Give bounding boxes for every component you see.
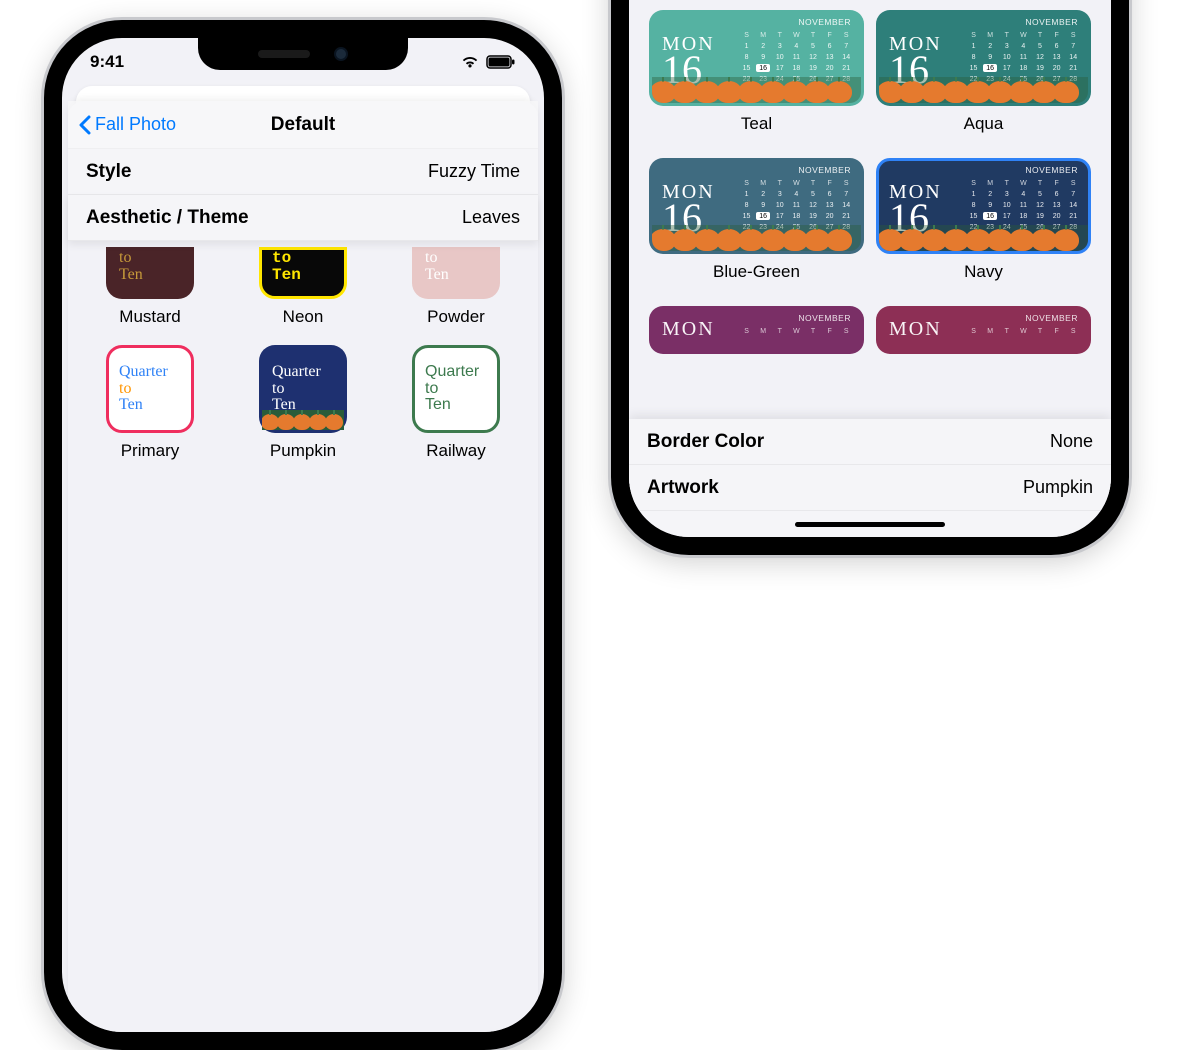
theme-thumb: to Ten bbox=[106, 247, 194, 299]
color-card-burgundy[interactable]: MON NOVEMBERSMTWTFS bbox=[876, 306, 1091, 354]
calendar-thumb: MON NOVEMBERSMTWTFS bbox=[876, 306, 1091, 354]
back-label: Fall Photo bbox=[95, 114, 176, 135]
row-theme-value: Leaves bbox=[462, 207, 520, 228]
theme-thumb: Quarter to Ten bbox=[106, 345, 194, 433]
row-theme[interactable]: Aesthetic / Theme Leaves bbox=[68, 195, 538, 241]
theme-tile-powder[interactable]: to Ten Powder bbox=[386, 247, 526, 327]
power-button bbox=[1111, 373, 1117, 468]
color-label: Teal bbox=[649, 114, 864, 134]
row-theme-label: Aesthetic / Theme bbox=[86, 207, 249, 229]
chevron-left-icon bbox=[78, 115, 91, 135]
theme-label: Pumpkin bbox=[270, 441, 336, 461]
pumpkin-art bbox=[879, 77, 1088, 103]
power-button bbox=[544, 248, 550, 343]
phone-right: MON16 NOVEMBERSMTWTFS1234567891011121314… bbox=[611, 0, 1129, 555]
theme-thumb: Quarter to Ten bbox=[259, 345, 347, 433]
mini-calendar: SMTWTFS bbox=[967, 327, 1080, 335]
color-label: Navy bbox=[876, 262, 1091, 282]
volume-switch bbox=[56, 166, 62, 198]
pumpkin-art bbox=[652, 77, 861, 103]
row-border-value: None bbox=[1050, 431, 1093, 452]
theme-label: Neon bbox=[283, 307, 324, 327]
row-style-label: Style bbox=[86, 161, 131, 183]
color-card-teal[interactable]: MON16 NOVEMBERSMTWTFS1234567891011121314… bbox=[649, 10, 864, 152]
status-bar: 9:41 bbox=[62, 50, 544, 74]
phone-left: 9:41 Fall Photo Default Style Fuzzy Time… bbox=[44, 20, 562, 1050]
volume-up-button bbox=[56, 228, 62, 288]
calendar-thumb: MON NOVEMBERSMTWTFS bbox=[649, 306, 864, 354]
color-label: Blue-Green bbox=[649, 262, 864, 282]
status-time: 9:41 bbox=[90, 52, 124, 72]
row-artwork-label: Artwork bbox=[647, 477, 719, 499]
pumpkin-art bbox=[879, 225, 1088, 251]
calendar-thumb: MON16 NOVEMBERSMTWTFS1234567891011121314… bbox=[876, 10, 1091, 106]
theme-tile-neon[interactable]: to Ten Neon bbox=[233, 247, 373, 327]
bottom-setting-rows: Border Color None Artwork Pumpkin bbox=[629, 419, 1111, 537]
theme-tile-pumpkin[interactable]: Quarter to Ten Pumpkin bbox=[233, 345, 373, 461]
row-border-color[interactable]: Border Color None bbox=[629, 419, 1111, 465]
theme-tile-railway[interactable]: Quarter to Ten Railway bbox=[386, 345, 526, 461]
battery-icon bbox=[486, 55, 516, 69]
nav-bar: Fall Photo Default bbox=[68, 101, 538, 149]
theme-label: Railway bbox=[426, 441, 486, 461]
theme-tile-mustard[interactable]: to Ten Mustard bbox=[80, 247, 220, 327]
calendar-thumb: MON16 NOVEMBERSMTWTFS1234567891011121314… bbox=[876, 158, 1091, 254]
pumpkin-art bbox=[652, 225, 861, 251]
mini-calendar: SMTWTFS bbox=[740, 327, 853, 335]
theme-tile-primary[interactable]: Quarter to Ten Primary bbox=[80, 345, 220, 461]
pumpkin-art bbox=[262, 410, 344, 430]
settings-sheet: Fall Photo Default Style Fuzzy Time Aest… bbox=[68, 101, 538, 1032]
row-artwork-value: Pumpkin bbox=[1023, 477, 1093, 498]
volume-down-button bbox=[56, 303, 62, 363]
home-indicator[interactable] bbox=[629, 511, 1111, 537]
theme-grid[interactable]: to Ten Mustard to Ten Neon to Ten bbox=[68, 247, 538, 485]
theme-thumb: to Ten bbox=[259, 247, 347, 299]
theme-thumb: Quarter to Ten bbox=[412, 345, 500, 433]
theme-label: Mustard bbox=[119, 307, 180, 327]
row-style-value: Fuzzy Time bbox=[428, 161, 520, 182]
calendar-thumb: MON16 NOVEMBERSMTWTFS1234567891011121314… bbox=[649, 158, 864, 254]
page-title: Default bbox=[271, 114, 335, 136]
theme-thumb: to Ten bbox=[412, 247, 500, 299]
row-style[interactable]: Style Fuzzy Time bbox=[68, 149, 538, 195]
theme-label: Powder bbox=[427, 307, 485, 327]
color-card-purple[interactable]: MON NOVEMBERSMTWTFS bbox=[649, 306, 864, 354]
color-card-aqua[interactable]: MON16 NOVEMBERSMTWTFS1234567891011121314… bbox=[876, 10, 1091, 152]
theme-label: Primary bbox=[121, 441, 180, 461]
calendar-color-grid[interactable]: MON16 NOVEMBERSMTWTFS1234567891011121314… bbox=[635, 0, 1105, 372]
wifi-icon bbox=[460, 55, 480, 69]
color-label: Aqua bbox=[876, 114, 1091, 134]
calendar-thumb: MON16 NOVEMBERSMTWTFS1234567891011121314… bbox=[649, 10, 864, 106]
color-card-bluegreen[interactable]: MON16 NOVEMBERSMTWTFS1234567891011121314… bbox=[649, 158, 864, 300]
color-card-navy[interactable]: MON16 NOVEMBERSMTWTFS1234567891011121314… bbox=[876, 158, 1091, 300]
row-artwork[interactable]: Artwork Pumpkin bbox=[629, 465, 1111, 511]
row-border-label: Border Color bbox=[647, 431, 764, 453]
back-button[interactable]: Fall Photo bbox=[78, 114, 176, 135]
